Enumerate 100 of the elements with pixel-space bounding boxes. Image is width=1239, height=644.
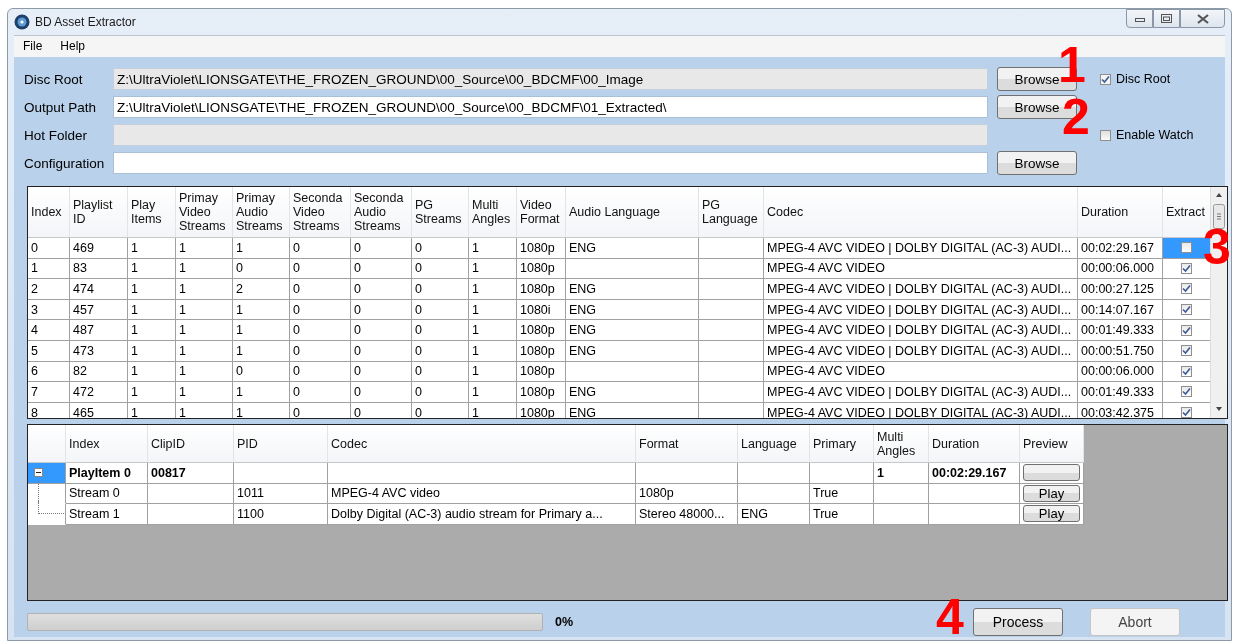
column-header[interactable]: Duration xyxy=(1078,187,1163,237)
minimize-icon xyxy=(1134,15,1145,22)
column-header[interactable]: Primay Video Streams xyxy=(176,187,233,237)
extract-checkbox[interactable] xyxy=(1181,345,1192,357)
table-cell: 0 xyxy=(290,238,351,259)
column-header[interactable]: Playlist ID xyxy=(70,187,128,237)
extract-checkbox[interactable] xyxy=(1181,407,1192,418)
table-cell: 4 xyxy=(28,320,70,341)
table-cell: 00:00:51.750 xyxy=(1078,340,1163,362)
column-header[interactable]: PG Streams xyxy=(412,187,469,237)
extract-checkbox[interactable] xyxy=(1181,324,1192,336)
table-cell: 0 xyxy=(290,382,351,403)
column-header[interactable]: Seconda Video Streams xyxy=(290,187,351,237)
path-field[interactable]: Z:\UltraViolet\LIONSGATE\THE_FROZEN_GROUND\00_Source\00_BDCMF\01_Extracted\ xyxy=(113,96,988,118)
table-cell: 1080p xyxy=(517,382,566,403)
column-header[interactable]: Primay Audio Streams xyxy=(233,187,290,237)
column-header[interactable]: Primary xyxy=(810,425,874,462)
table-cell: 1 xyxy=(469,258,517,280)
table-cell: 1080p xyxy=(517,238,566,259)
table-cell: 0 xyxy=(351,382,412,403)
table-cell: 1 xyxy=(469,361,517,383)
table-cell: 1080p xyxy=(517,279,566,300)
column-header[interactable]: PID xyxy=(234,425,328,462)
extract-checkbox[interactable] xyxy=(1181,365,1192,377)
process-button[interactable]: Process xyxy=(973,608,1063,636)
table-cell: 1080p xyxy=(517,340,566,362)
preview-button[interactable] xyxy=(1023,464,1080,482)
restore-icon xyxy=(1161,14,1172,23)
table-cell: 0 xyxy=(412,340,469,362)
table-cell: 0 xyxy=(233,258,290,280)
menu-item[interactable]: Help xyxy=(51,39,95,54)
table-cell: 00:01:49.333 xyxy=(1078,382,1163,403)
table-cell: MPEG-4 AVC video xyxy=(328,483,636,505)
path-field[interactable] xyxy=(113,152,988,174)
table-cell: 1 xyxy=(128,382,176,403)
close-button[interactable] xyxy=(1180,9,1225,28)
extract-checkbox[interactable] xyxy=(1181,386,1192,398)
minimize-button[interactable] xyxy=(1126,9,1153,28)
play-button[interactable]: Play xyxy=(1023,484,1080,502)
column-header[interactable]: Format xyxy=(636,425,738,462)
table-cell: 00:14:07.167 xyxy=(1078,299,1163,321)
field-label: Hot Folder xyxy=(24,127,89,143)
restore-button[interactable] xyxy=(1153,9,1180,28)
column-header[interactable]: PG Language xyxy=(699,187,764,237)
table-cell: 1080i xyxy=(517,299,566,321)
table-cell: 1 xyxy=(176,320,233,341)
table-cell: 1 xyxy=(469,238,517,259)
table-cell: 1 xyxy=(128,320,176,341)
table-cell: MPEG-4 AVC VIDEO | DOLBY DIGITAL (AC-3) AUDI... xyxy=(764,299,1078,321)
extract-checkbox[interactable] xyxy=(1181,304,1192,316)
column-header[interactable]: Play Items xyxy=(128,187,176,237)
table-cell: MPEG-4 AVC VIDEO xyxy=(764,361,1078,383)
column-header[interactable]: Seconda Audio Streams xyxy=(351,187,412,237)
close-icon xyxy=(1196,13,1209,24)
column-header[interactable]: Language xyxy=(738,425,810,462)
checkbox-label: Enable Watch xyxy=(1116,128,1194,142)
collapse-icon[interactable] xyxy=(34,468,43,478)
table-cell: 1 xyxy=(176,382,233,403)
extract-checkbox[interactable] xyxy=(1181,283,1192,295)
table-cell: 1 xyxy=(469,299,517,321)
column-header[interactable]: Index xyxy=(66,425,148,462)
table-cell: MPEG-4 AVC VIDEO xyxy=(764,258,1078,280)
table-cell: 1 xyxy=(28,258,70,280)
browse-button[interactable]: Browse xyxy=(997,151,1077,175)
table-cell: ENG xyxy=(566,340,699,362)
table-cell: 7 xyxy=(28,382,70,403)
extract-checkbox[interactable] xyxy=(1181,242,1192,254)
column-header[interactable]: Duration xyxy=(929,425,1020,462)
table-cell: 0 xyxy=(351,320,412,341)
column-header[interactable]: Preview xyxy=(1020,425,1084,462)
progress-percent: 0% xyxy=(555,615,575,629)
column-header[interactable]: Video Format xyxy=(517,187,566,237)
table-cell: 1 xyxy=(176,279,233,300)
play-button[interactable]: Play xyxy=(1023,505,1080,523)
column-header[interactable]: Multi Angles xyxy=(469,187,517,237)
column-header[interactable]: Audio Language xyxy=(566,187,699,237)
table-cell: 0 xyxy=(412,320,469,341)
table-cell: ENG xyxy=(566,320,699,341)
table-cell: 1080p xyxy=(636,483,738,505)
menu-item[interactable]: File xyxy=(14,39,52,54)
disc-icon xyxy=(14,13,30,30)
table-cell: 473 xyxy=(70,340,128,362)
column-header[interactable]: Codec xyxy=(764,187,1078,237)
table-cell: 0 xyxy=(233,361,290,383)
table-cell: 1 xyxy=(233,340,290,362)
table-cell: 00817 xyxy=(148,463,234,484)
table-cell: 1 xyxy=(128,361,176,383)
table-cell: 0 xyxy=(351,299,412,321)
table-cell: ENG xyxy=(566,279,699,300)
column-header[interactable]: ClipID xyxy=(148,425,234,462)
table-cell: 1 xyxy=(176,361,233,383)
field-label: Disc Root xyxy=(24,71,84,87)
extract-checkbox[interactable] xyxy=(1181,262,1192,274)
table-cell: 1080p xyxy=(517,361,566,383)
column-header[interactable]: Index xyxy=(28,187,70,237)
table-cell: 1 xyxy=(469,340,517,362)
table-cell: 0 xyxy=(412,258,469,280)
column-header[interactable]: Codec xyxy=(328,425,636,462)
table-cell: 0 xyxy=(290,361,351,383)
column-header[interactable]: Multi Angles xyxy=(874,425,929,462)
